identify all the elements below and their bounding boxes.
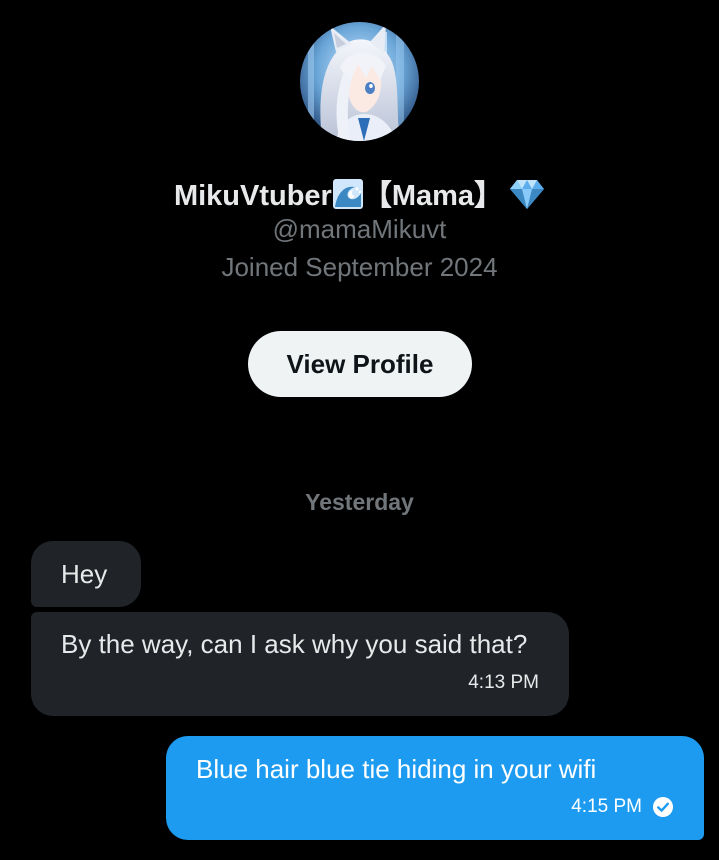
message-bubble-outgoing[interactable]: Blue hair blue tie hiding in your wifi 4… [166,736,704,840]
message-meta: 4:15 PM [571,789,674,824]
message-timestamp: 4:15 PM [571,796,642,817]
avatar-image [300,22,419,141]
water-wave-icon [332,179,363,209]
message-bubble-incoming[interactable]: By the way, can I ask why you said that?… [31,612,569,716]
message-text: Hey [61,559,108,589]
gem-stone-icon [510,180,545,209]
profile-joined-date: Joined September 2024 [221,252,498,282]
message-bubble-incoming[interactable]: Hey [31,541,141,607]
display-name-text: MikuVtuber [173,180,332,212]
profile-avatar[interactable] [300,22,419,141]
message-timestamp: 4:13 PM [468,672,539,693]
message-text: Blue hair blue tie hiding in your wifi [196,754,597,784]
display-name-suffix: 【Mama】 [362,180,504,212]
view-profile-button[interactable]: View Profile [248,331,472,397]
profile-display-name: MikuVtuber 【Mama】 [0,172,719,214]
read-check-icon [653,796,673,817]
profile-handle: @mamaMikuvt [272,214,447,244]
date-divider: Yesterday [305,489,414,515]
message-text: By the way, can I ask why you said that? [61,629,528,659]
